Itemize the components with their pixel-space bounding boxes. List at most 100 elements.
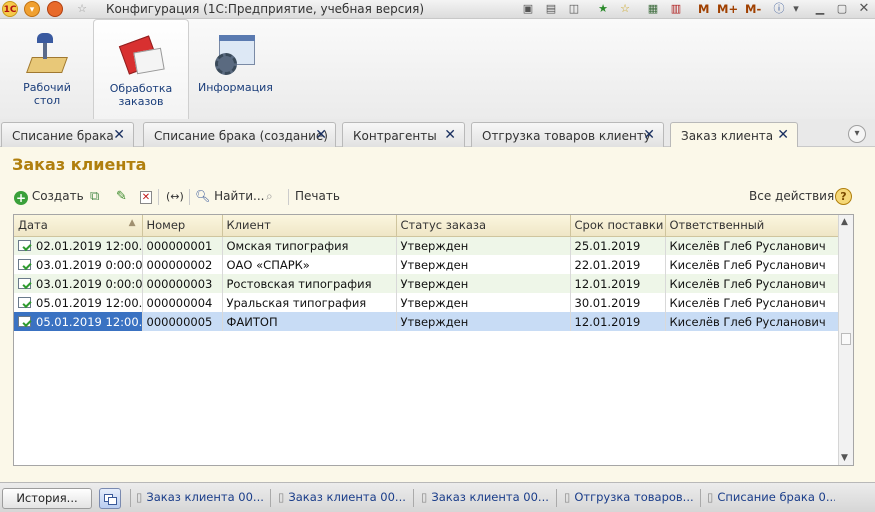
record-icon[interactable] [47,1,63,17]
plus-icon: + [14,191,28,205]
cell-number: 000000003 [142,274,223,293]
app-logo-icon[interactable]: 1С [2,1,18,17]
tab-label: Списание брака [12,129,114,143]
favorites-icon[interactable]: ☆ [617,1,633,17]
tab-counterparties[interactable]: Контрагенты ✕ [342,122,465,147]
document-icon: ▯ [421,490,428,504]
history-item[interactable]: ▯ Заказ клиента 00... [278,490,406,506]
section-desktop[interactable]: Рабочий стол [10,19,84,119]
delete-mark-button[interactable]: ✕ [140,187,152,205]
divider [556,489,557,507]
history-item[interactable]: ▯ Заказ клиента 00... [421,490,549,506]
tab-shipment[interactable]: Отгрузка товаров клиенту ✕ [471,122,664,147]
column-header-delivery[interactable]: Срок поставки [570,215,666,237]
copy-button[interactable]: ⧉ [90,187,99,205]
close-icon[interactable]: ✕ [777,127,789,143]
divider [288,189,289,205]
form-area: Заказ клиента + Создать ⧉ ✎ ✕ (↔) 🔍︎ Най… [0,147,875,482]
cell-number: 000000001 [142,236,223,255]
edit-button[interactable]: ✎ [116,187,127,205]
section-information[interactable]: Информация [198,19,273,119]
cell-responsible: Киселёв Глеб Русланович [665,236,841,255]
memory-button[interactable]: M [698,1,709,17]
history-item[interactable]: ▯ Отгрузка товаров... [564,490,694,506]
calculator-icon[interactable]: ▦ [645,1,661,17]
create-button[interactable]: + Создать [14,187,84,205]
history-item-label: Заказ клиента 00... [431,490,549,504]
table-row-selected[interactable]: 05.01.2019 12:00... 000000005 ФАИТОП Утв… [14,312,841,331]
help-button[interactable]: ? [835,188,852,205]
section-order-processing[interactable]: Обработка заказов [93,19,189,119]
cancel-search-button[interactable]: ⌕ [266,187,273,205]
calendar-icon[interactable]: ▥ [668,1,684,17]
memory-plus-button[interactable]: M+ [717,1,738,17]
history-item[interactable]: ▯ Списание брака 0... [707,490,835,506]
document-icon: ▯ [278,490,285,504]
divider [270,489,271,507]
table-row[interactable]: 05.01.2019 12:00... 000000004 Уральская … [14,293,841,312]
cell-date-text: 02.01.2019 12:00... [36,238,142,253]
info-icon[interactable]: ⓘ [771,1,787,17]
column-header-number[interactable]: Номер [142,215,223,237]
close-window-icon[interactable]: ✕ [856,1,872,17]
column-header-client[interactable]: Клиент [222,215,397,237]
divider [130,489,131,507]
tab-write-off-create[interactable]: Списание брака (создание) ✕ [143,122,336,147]
menu-dropdown-icon[interactable]: ▾ [24,1,40,17]
tabs-menu-icon[interactable]: ▾ [848,125,866,143]
history-button[interactable]: История... [2,488,92,509]
desk-lamp-icon [23,33,71,77]
column-header-responsible[interactable]: Ответственный [665,215,841,237]
window-menu-icon[interactable]: ▾ [788,1,804,17]
column-header-date[interactable]: Дата ▲ [14,215,143,237]
scroll-up-icon[interactable]: ▲ [841,217,848,227]
tab-label: Контрагенты [353,129,437,143]
table-row[interactable]: 03.01.2019 0:00:00 000000002 ОАО «СПАРК»… [14,255,841,274]
tab-write-off[interactable]: Списание брака ✕ [1,122,134,147]
cell-date: 03.01.2019 0:00:00 [14,274,143,293]
find-button[interactable]: 🔍︎ Найти... [195,187,264,205]
windows-icon[interactable] [99,488,121,509]
delete-icon: ✕ [140,191,152,204]
close-icon[interactable]: ✕ [643,127,655,143]
scroll-thumb[interactable] [841,333,851,345]
memory-minus-button[interactable]: M- [745,1,761,17]
column-date-label: Дата [18,218,48,233]
close-icon[interactable]: ✕ [444,127,456,143]
save-icon[interactable]: ▣ [520,1,536,17]
preview-icon[interactable]: ◫ [566,1,582,17]
print-button[interactable]: Печать [295,187,340,205]
column-header-status[interactable]: Статус заказа [396,215,571,237]
interval-button[interactable]: (↔) [166,187,184,205]
print-icon[interactable]: ▤ [543,1,559,17]
cell-date-text: 05.01.2019 12:00... [36,295,142,310]
close-icon[interactable]: ✕ [113,127,125,143]
close-icon[interactable]: ✕ [315,127,327,143]
all-actions-button[interactable]: Все действия ▾ [749,187,843,205]
table-row[interactable]: 02.01.2019 12:00... 000000001 Омская тип… [14,236,841,255]
star-icon[interactable]: ☆ [74,1,90,17]
vertical-scrollbar[interactable]: ▲ ▼ [838,215,853,465]
history-item[interactable]: ▯ Заказ клиента 00... [136,490,264,506]
minimize-icon[interactable]: ▁ [812,1,828,17]
document-icon: ▯ [707,490,714,504]
history-item-label: Списание брака 0... [717,490,835,504]
section-orders-label-2: заказов [118,95,164,108]
tab-label: Заказ клиента [681,129,774,143]
cell-number: 000000002 [142,255,223,274]
cell-date: 05.01.2019 12:00... [14,312,143,331]
favorites-add-icon[interactable]: ★ [595,1,611,17]
cell-date: 03.01.2019 0:00:00 [14,255,143,274]
all-actions-label: Все действия [749,189,835,203]
tab-customer-order[interactable]: Заказ клиента ✕ [670,122,798,148]
cell-status: Утвержден [396,255,571,274]
maximize-icon[interactable]: ▢ [834,1,850,17]
section-info-label-1: Информация [198,81,273,94]
document-icon: ▯ [136,490,143,504]
cell-client: Омская типография [222,236,397,255]
divider [413,489,414,507]
title-bar: 1С ▾ ☆ Конфигурация (1С:Предприятие, уче… [0,0,875,19]
scroll-down-icon[interactable]: ▼ [841,453,848,463]
command-bar: + Создать ⧉ ✎ ✕ (↔) 🔍︎ Найти... ⌕ Печать… [0,185,875,207]
table-row[interactable]: 03.01.2019 0:00:00 000000003 Ростовская … [14,274,841,293]
